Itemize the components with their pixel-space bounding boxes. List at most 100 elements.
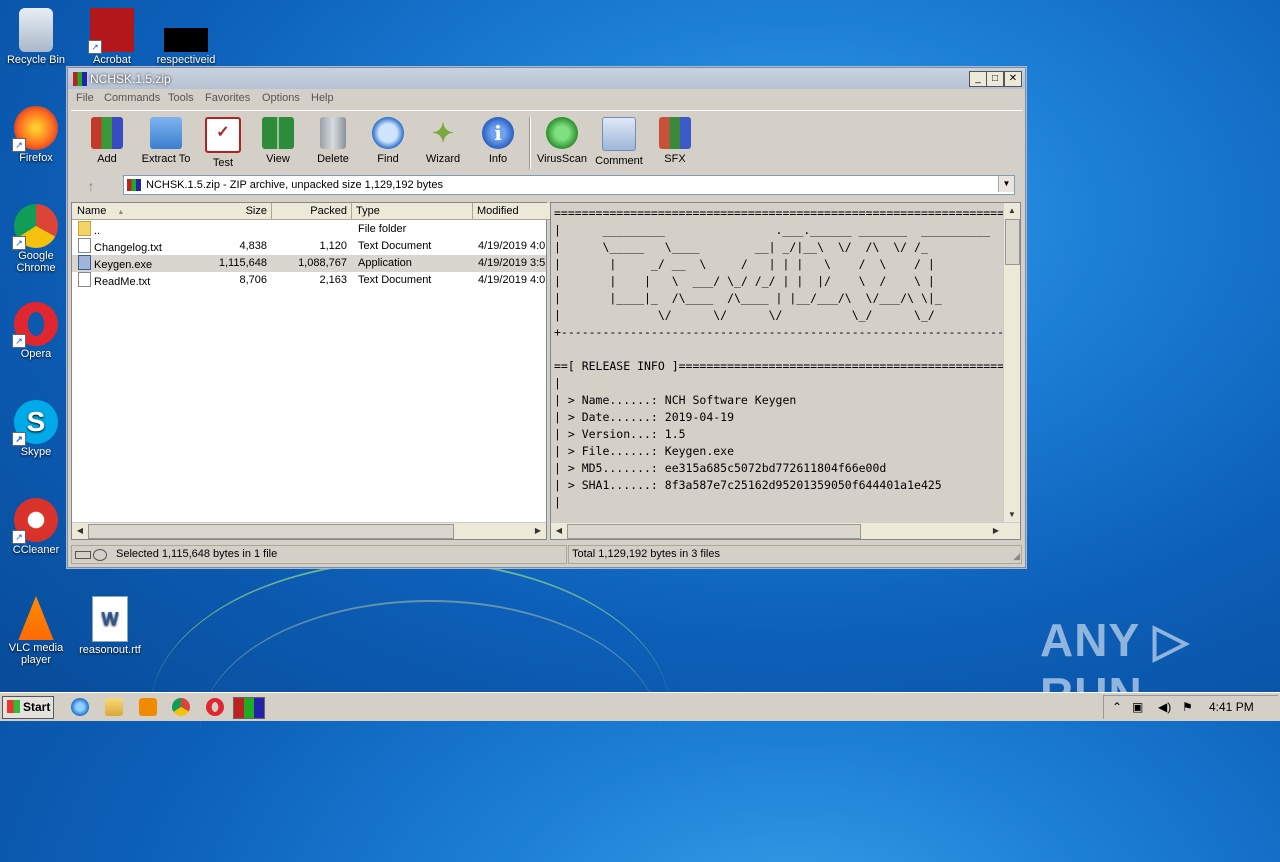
status-left-panel: Selected 1,115,648 bytes in 1 file: [71, 545, 567, 564]
status-bar: Selected 1,115,648 bytes in 1 file Total…: [71, 545, 1022, 564]
desktop-icon-label: Recycle Bin: [6, 54, 66, 66]
sort-ascending-icon: ▲: [117, 209, 125, 216]
desktop-icon-label: Opera: [20, 348, 52, 360]
scroll-left-icon[interactable]: ◀: [73, 524, 87, 538]
desktop-icon-acrobat[interactable]: ↗ Acrobat: [77, 8, 147, 67]
column-header-modified[interactable]: Modified: [473, 203, 550, 220]
window-titlebar[interactable]: NCHSK.1.5.zip _ □ ✕: [68, 68, 1025, 89]
vlc-cone-icon: [18, 596, 54, 640]
desktop-icon-ccleaner[interactable]: ↗ CCleaner: [1, 498, 71, 556]
view-button[interactable]: View: [250, 115, 306, 165]
chrome-icon[interactable]: [172, 698, 190, 716]
status-selection-text: Selected 1,115,648 bytes in 1 file: [116, 548, 278, 560]
file-name-cell: ReadMe.txt: [78, 272, 192, 291]
volume-icon[interactable]: ◀): [1158, 700, 1171, 714]
action-center-flag-icon[interactable]: ⚑: [1182, 700, 1193, 714]
info-button[interactable]: i Info: [470, 115, 526, 165]
scroll-right-icon[interactable]: ▶: [531, 524, 545, 538]
column-header-packed[interactable]: Packed: [272, 203, 352, 220]
scroll-up-icon[interactable]: ▲: [1005, 204, 1019, 218]
menu-help[interactable]: Help: [311, 92, 334, 104]
scrollbar-thumb[interactable]: [88, 524, 454, 539]
column-header-type[interactable]: Type: [352, 203, 473, 220]
address-text: NCHSK.1.5.zip - ZIP archive, unpacked si…: [146, 179, 443, 191]
sfx-button-label: SFX: [664, 153, 686, 165]
desktop-icon-skype[interactable]: S ↗ Skype: [1, 400, 71, 458]
horizontal-scrollbar[interactable]: ◀ ▶: [551, 522, 1020, 539]
minimize-button[interactable]: _: [969, 71, 987, 87]
scroll-down-icon[interactable]: ▼: [1005, 508, 1019, 522]
menu-options[interactable]: Options: [262, 92, 300, 104]
desktop-icon-label: CCleaner: [12, 544, 60, 556]
media-player-icon[interactable]: [139, 698, 157, 716]
virusscan-button[interactable]: VirusScan: [534, 115, 590, 165]
menu-favorites[interactable]: Favorites: [205, 92, 250, 104]
find-magnifier-icon: [372, 117, 404, 149]
opera-icon[interactable]: [206, 698, 224, 716]
resize-grip-icon[interactable]: ◢: [1013, 551, 1020, 562]
desktop-icon-firefox[interactable]: ↗ Firefox: [1, 106, 71, 164]
ccleaner-icon: ↗: [12, 498, 58, 544]
desktop-icon-opera[interactable]: ↗ Opera: [1, 302, 71, 360]
file-modified: 4/19/2019 3:5: [478, 257, 546, 269]
start-label: Start: [23, 700, 51, 714]
table-row[interactable]: ReadMe.txt 8,706 2,163 Text Document 4/1…: [72, 272, 546, 289]
table-row[interactable]: .. File folder: [72, 221, 546, 238]
winrar-taskbar-icon[interactable]: [233, 697, 265, 719]
network-icon[interactable]: ▣: [1132, 700, 1143, 714]
up-arrow-icon[interactable]: ↑: [80, 178, 102, 194]
scrollbar-thumb[interactable]: [567, 524, 861, 539]
maximize-button[interactable]: □: [986, 71, 1004, 87]
extract-to-button[interactable]: Extract To: [138, 115, 194, 165]
scroll-left-icon[interactable]: ◀: [552, 524, 566, 538]
desktop-icon-reasonout[interactable]: W reasonout.rtf: [75, 596, 145, 656]
file-name: ..: [94, 225, 101, 237]
clock[interactable]: 4:41 PM: [1209, 700, 1254, 714]
horizontal-scrollbar[interactable]: ◀ ▶: [72, 522, 546, 539]
table-row[interactable]: Changelog.txt 4,838 1,120 Text Document …: [72, 238, 546, 255]
test-button[interactable]: ✓ Test: [195, 115, 251, 169]
comment-button[interactable]: Comment: [591, 115, 647, 167]
menu-commands[interactable]: Commands: [104, 92, 160, 104]
vertical-scrollbar[interactable]: ▲ ▼: [1003, 203, 1020, 523]
add-button[interactable]: Add: [79, 115, 135, 165]
chevron-down-icon[interactable]: ▼: [998, 176, 1014, 192]
menu-file[interactable]: File: [76, 92, 94, 104]
show-hidden-icons-icon[interactable]: ⌃: [1112, 700, 1122, 714]
desktop-icon-respectiveid[interactable]: respectiveid: [151, 8, 221, 67]
sfx-button[interactable]: SFX: [647, 115, 703, 165]
scroll-right-icon[interactable]: ▶: [989, 524, 1003, 538]
shortcut-arrow-icon: ↗: [88, 40, 102, 54]
column-header-name[interactable]: Name ▲: [72, 203, 197, 220]
wallpaper-streak: [200, 600, 660, 862]
start-button[interactable]: Start: [2, 696, 54, 719]
text-file-icon: [78, 272, 91, 287]
desktop-icon-label: Skype: [20, 446, 52, 458]
file-explorer-icon[interactable]: [105, 698, 123, 716]
desktop-icon-vlc[interactable]: VLC media player: [1, 596, 71, 666]
desktop-icon-recycle-bin[interactable]: Recycle Bin: [1, 8, 71, 66]
delete-button[interactable]: Delete: [305, 115, 361, 165]
virusscan-button-label: VirusScan: [537, 153, 587, 165]
window-title: NCHSK.1.5.zip: [90, 72, 171, 86]
internet-explorer-icon[interactable]: [71, 698, 89, 716]
comment-icon: [602, 117, 636, 151]
view-book-icon: [262, 117, 294, 149]
readme-preview-pane[interactable]: ========================================…: [550, 202, 1021, 540]
file-icon: [164, 28, 208, 52]
address-field[interactable]: NCHSK.1.5.zip - ZIP archive, unpacked si…: [123, 175, 1015, 195]
zip-archive-icon: [127, 179, 141, 191]
desktop-icon-label: Acrobat: [93, 54, 131, 66]
file-modified: 4/19/2019 4:0: [478, 240, 546, 252]
find-button[interactable]: Find: [360, 115, 416, 165]
sfx-books-icon: [659, 117, 691, 149]
file-list: Name ▲ Size Packed Type Modified .. File…: [71, 202, 550, 540]
column-header-size[interactable]: Size: [192, 203, 272, 220]
scrollbar-thumb[interactable]: [1005, 219, 1020, 265]
wizard-button[interactable]: ✦ Wizard: [415, 115, 471, 165]
table-row[interactable]: Keygen.exe 1,115,648 1,088,767 Applicati…: [72, 255, 546, 272]
desktop-icon-google-chrome[interactable]: ↗ Google Chrome: [1, 204, 71, 274]
close-button[interactable]: ✕: [1004, 71, 1022, 87]
menu-tools[interactable]: Tools: [168, 92, 194, 104]
file-packed: 1,120: [319, 240, 347, 252]
